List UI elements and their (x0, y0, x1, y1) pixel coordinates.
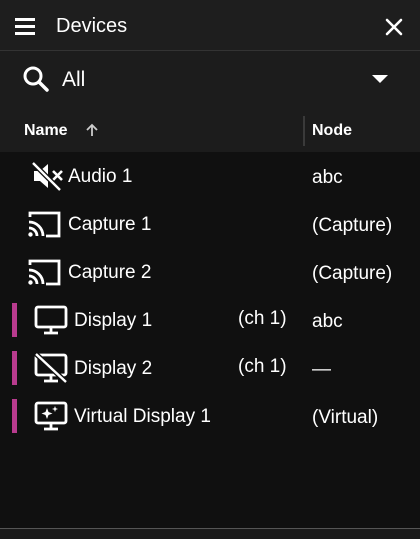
node-value: (Capture) (312, 215, 393, 236)
column-header-name[interactable]: Name (24, 122, 68, 140)
panel-header: Devices (0, 0, 420, 51)
table-row[interactable]: Audio 1 abc (0, 152, 420, 200)
column-divider[interactable] (303, 116, 305, 146)
sort-ascending-icon[interactable] (83, 121, 101, 139)
node-value: (Capture) (312, 263, 393, 284)
dropdown-arrow-icon[interactable] (372, 75, 388, 83)
active-marker (12, 351, 17, 385)
monitor-off-icon (33, 352, 69, 384)
device-label: Capture 1 (68, 214, 152, 235)
channel-label: (ch 1) (238, 356, 287, 377)
device-list: Audio 1 abc Capture 1 (Capture) Capture … (0, 152, 420, 440)
cast-icon (26, 256, 62, 288)
node-value: — (312, 359, 331, 380)
device-label: Audio 1 (68, 166, 133, 187)
active-marker (12, 303, 17, 337)
search-icon (22, 65, 50, 93)
table-row[interactable]: Capture 1 (Capture) (0, 200, 420, 248)
channel-label: (ch 1) (238, 308, 287, 329)
node-value: (Virtual) (312, 407, 379, 428)
virtual-monitor-icon (33, 400, 69, 432)
device-label: Capture 2 (68, 262, 152, 283)
table-row[interactable]: Display 1 (ch 1) abc (0, 296, 420, 344)
filter-bar: All (0, 51, 420, 109)
device-label: Virtual Display 1 (74, 406, 211, 427)
speaker-muted-icon (30, 160, 66, 192)
hamburger-menu-icon[interactable] (13, 16, 37, 36)
table-row[interactable]: Virtual Display 1 (Virtual) (0, 392, 420, 440)
monitor-icon (33, 304, 69, 336)
active-marker (12, 399, 17, 433)
node-value: abc (312, 311, 343, 332)
table-header: Name Node (0, 109, 420, 152)
column-header-node[interactable]: Node (312, 122, 352, 140)
bottom-scrollbar[interactable] (0, 528, 420, 539)
cast-icon (26, 208, 62, 240)
filter-select[interactable]: All (62, 68, 85, 92)
table-row[interactable]: Display 2 (ch 1) — (0, 344, 420, 392)
page-title: Devices (56, 15, 128, 37)
close-icon[interactable] (384, 17, 404, 37)
node-value: abc (312, 167, 343, 188)
device-label: Display 1 (74, 310, 153, 331)
device-label: Display 2 (74, 358, 153, 379)
table-row[interactable]: Capture 2 (Capture) (0, 248, 420, 296)
